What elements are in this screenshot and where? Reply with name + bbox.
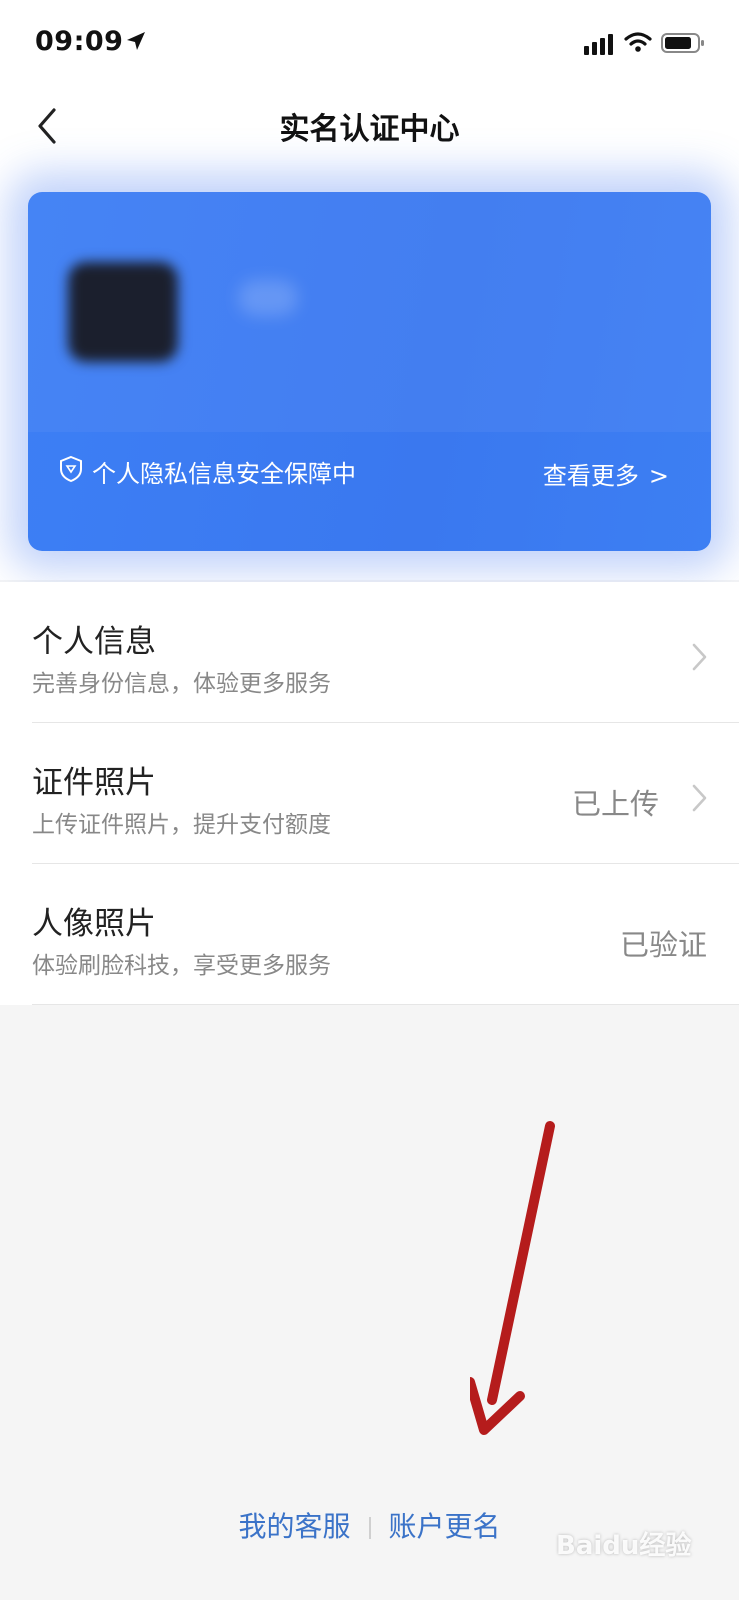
location-arrow-icon bbox=[125, 30, 147, 56]
customer-service-link[interactable]: 我的客服 bbox=[238, 1510, 350, 1543]
identity-card: 个人隐私信息安全保障中 查看更多 > bbox=[28, 192, 711, 551]
avatar bbox=[68, 262, 178, 362]
item-title: 证件照片 bbox=[32, 765, 156, 801]
item-title: 个人信息 bbox=[32, 624, 156, 660]
list-item-id-photo[interactable]: 证件照片 上传证件照片，提升支付额度 已上传 bbox=[0, 723, 739, 864]
signal-icon bbox=[584, 33, 614, 59]
battery-icon bbox=[661, 32, 705, 58]
item-subtitle: 完善身份信息，体验更多服务 bbox=[32, 671, 331, 697]
item-subtitle: 体验刷脸科技，享受更多服务 bbox=[32, 953, 331, 979]
list-item-portrait-photo[interactable]: 人像照片 体验刷脸科技，享受更多服务 已验证 bbox=[0, 864, 739, 1005]
chevron-right-icon bbox=[689, 783, 709, 817]
view-more-link[interactable]: 查看更多 > bbox=[543, 456, 669, 491]
blurred-name bbox=[238, 280, 298, 316]
red-arrow-icon bbox=[470, 1121, 555, 1435]
item-title: 人像照片 bbox=[32, 906, 156, 942]
list-item-personal-info[interactable]: 个人信息 完善身份信息，体验更多服务 bbox=[0, 582, 739, 723]
shield-icon bbox=[58, 455, 84, 489]
settings-list: 个人信息 完善身份信息，体验更多服务 证件照片 上传证件照片，提升支付额度 已上… bbox=[0, 582, 739, 1005]
privacy-notice: 个人隐私信息安全保障中 bbox=[58, 454, 356, 489]
page-title: 实名认证中心 bbox=[279, 112, 460, 147]
rename-account-link[interactable]: 账户更名 bbox=[389, 1510, 501, 1543]
footer-separator bbox=[368, 1517, 371, 1539]
divider bbox=[32, 1004, 739, 1005]
item-subtitle: 上传证件照片，提升支付额度 bbox=[32, 812, 331, 838]
view-more-label: 查看更多 bbox=[542, 462, 639, 490]
status-time: 09:09 bbox=[35, 26, 124, 57]
view-more-arrow: > bbox=[648, 462, 669, 490]
chevron-right-icon bbox=[689, 642, 709, 676]
item-status: 已上传 bbox=[571, 787, 659, 821]
status-bar: 09:09 bbox=[0, 0, 739, 90]
privacy-text: 个人隐私信息安全保障中 bbox=[92, 460, 356, 488]
watermark: Baidu经验 bbox=[556, 1531, 692, 1561]
item-status: 已验证 bbox=[619, 928, 707, 962]
wifi-icon bbox=[624, 31, 652, 57]
navigation-bar: 实名认证中心 bbox=[0, 90, 739, 160]
